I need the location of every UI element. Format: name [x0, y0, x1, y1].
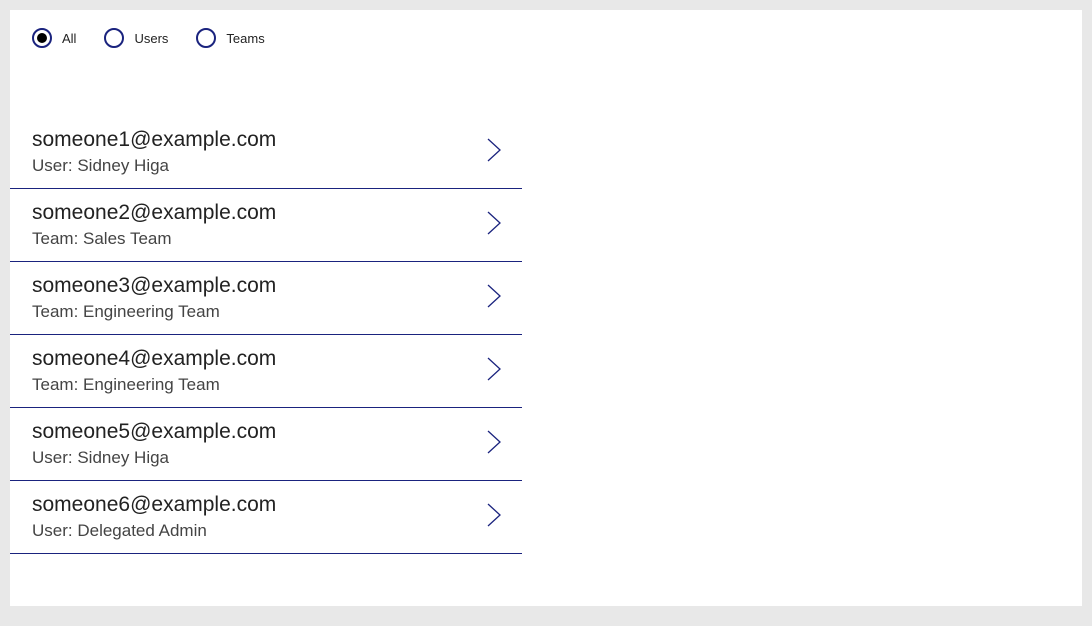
- list-item-text: someone5@example.com User: Sidney Higa: [32, 420, 276, 468]
- list-item-subtitle: Team: Engineering Team: [32, 375, 276, 395]
- radio-label-teams: Teams: [226, 31, 264, 46]
- list-item[interactable]: someone6@example.com User: Delegated Adm…: [10, 481, 522, 554]
- list-item-subtitle: User: Sidney Higa: [32, 448, 276, 468]
- list-item-text: someone6@example.com User: Delegated Adm…: [32, 493, 276, 541]
- list-item-email: someone3@example.com: [32, 274, 276, 298]
- chevron-right-icon: [484, 427, 504, 462]
- radio-icon: [196, 28, 216, 48]
- list-item-email: someone1@example.com: [32, 128, 276, 152]
- list-item-email: someone4@example.com: [32, 347, 276, 371]
- radio-icon: [104, 28, 124, 48]
- list-item-email: someone5@example.com: [32, 420, 276, 444]
- list-item[interactable]: someone5@example.com User: Sidney Higa: [10, 408, 522, 481]
- list-item-text: someone2@example.com Team: Sales Team: [32, 201, 276, 249]
- list-item-text: someone1@example.com User: Sidney Higa: [32, 128, 276, 176]
- list-item-subtitle: Team: Sales Team: [32, 229, 276, 249]
- radio-label-all: All: [62, 31, 76, 46]
- list-item[interactable]: someone1@example.com User: Sidney Higa: [10, 116, 522, 189]
- list-item-subtitle: Team: Engineering Team: [32, 302, 276, 322]
- list-item-subtitle: User: Delegated Admin: [32, 521, 276, 541]
- radio-option-teams[interactable]: Teams: [196, 28, 264, 48]
- list-item-email: someone2@example.com: [32, 201, 276, 225]
- filter-bar: All Users Teams: [10, 10, 1082, 58]
- chevron-right-icon: [484, 208, 504, 243]
- list-item[interactable]: someone3@example.com Team: Engineering T…: [10, 262, 522, 335]
- chevron-right-icon: [484, 500, 504, 535]
- radio-label-users: Users: [134, 31, 168, 46]
- list-item-text: someone4@example.com Team: Engineering T…: [32, 347, 276, 395]
- radio-option-users[interactable]: Users: [104, 28, 168, 48]
- list-item[interactable]: someone4@example.com Team: Engineering T…: [10, 335, 522, 408]
- list-item-subtitle: User: Sidney Higa: [32, 156, 276, 176]
- chevron-right-icon: [484, 354, 504, 389]
- list-item[interactable]: someone2@example.com Team: Sales Team: [10, 189, 522, 262]
- list-item-email: someone6@example.com: [32, 493, 276, 517]
- chevron-right-icon: [484, 135, 504, 170]
- list-item[interactable]: [10, 554, 522, 606]
- results-list[interactable]: someone1@example.com User: Sidney Higa s…: [10, 116, 522, 606]
- list-item-text: someone3@example.com Team: Engineering T…: [32, 274, 276, 322]
- radio-option-all[interactable]: All: [32, 28, 76, 48]
- radio-icon: [32, 28, 52, 48]
- main-panel: All Users Teams someone1@example.com Use…: [10, 10, 1082, 606]
- chevron-right-icon: [484, 281, 504, 316]
